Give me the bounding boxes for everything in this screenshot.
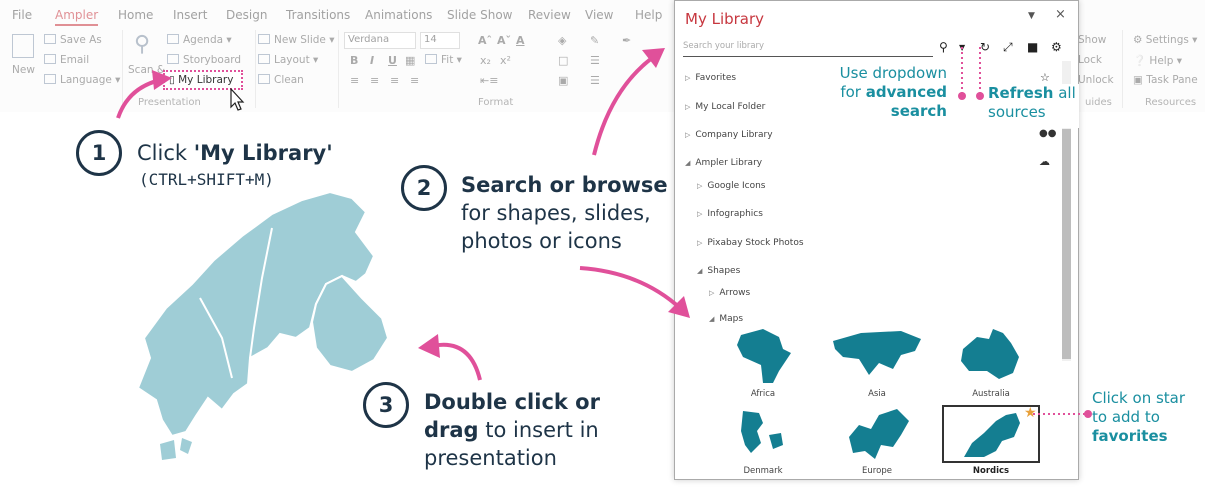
step-text-bold: Double click or (424, 390, 600, 414)
step-2-text: Search or browse for shapes, slides, pho… (461, 171, 668, 255)
step-2-badge: 2 (401, 165, 447, 211)
step-1-text: Click 'My Library' (137, 139, 333, 167)
step-1-badge: 1 (76, 130, 122, 176)
step-text: presentation (424, 446, 557, 470)
step-text: for shapes, slides, (461, 201, 651, 225)
shortcut-text: (CTRL+SHIFT+M) (139, 170, 274, 189)
step-3-text: Double click or drag to insert in presen… (424, 388, 600, 472)
nordics-map-inserted (136, 190, 390, 460)
step-text: Click (137, 141, 188, 165)
step-text-bold: drag (424, 418, 479, 442)
step-text: to insert in (485, 418, 599, 442)
step-text-bold: 'My Library' (193, 141, 333, 165)
step-text-bold: Search or browse (461, 173, 668, 197)
step-text: photos or icons (461, 229, 622, 253)
